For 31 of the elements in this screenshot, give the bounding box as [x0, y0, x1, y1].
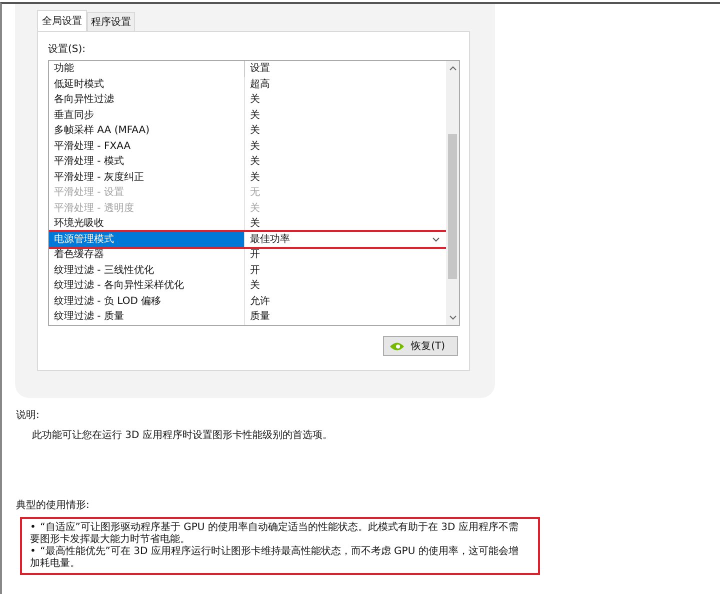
description-text: 此功能可让您在运行 3D 应用程序时设置图形卡性能级别的首选项。 [31, 428, 334, 442]
feature-cell[interactable]: 纹理过滤 - 质量 [49, 309, 244, 324]
dropdown-value: 最佳功率 [250, 232, 290, 246]
feature-cell[interactable]: 环境光吸收 [49, 216, 244, 232]
tab[interactable]: 程序设置 [87, 12, 135, 31]
feature-cell[interactable]: 纹理过滤 - 负 LOD 偏移 [49, 294, 244, 309]
feature-cell[interactable]: 多帧采样 AA (MFAA) [49, 123, 244, 138]
feature-cell[interactable]: 着色缓存器 [49, 247, 244, 262]
logo-icon [390, 342, 404, 350]
feature-cell[interactable]: 电源管理模式 [49, 232, 244, 247]
feature-cell[interactable]: 平滑处理 - 灰度纠正 [49, 170, 244, 185]
feature-cell[interactable]: 纹理过滤 - 各向异性采样优化 [49, 278, 244, 294]
feature-cell[interactable]: 平滑处理 - 模式 [49, 154, 244, 170]
restore-button[interactable]: 恢复(T) [383, 336, 458, 356]
feature-cell[interactable]: 各向异性过滤 [49, 92, 244, 108]
scrollbar-thumb[interactable] [448, 134, 457, 279]
scrollbar[interactable] [446, 61, 459, 325]
column-header: 功能 [53, 62, 75, 76]
usage-item: • “自适应”可让图形驱动程序基于 GPU 的使用率自动确定适当的性能状态。此模式有助于在 3D 应用程序不需要图形卡发挥最大能力时节省电能。 [30, 522, 520, 546]
caret-icon [432, 236, 440, 242]
feature-cell[interactable]: 垂直同步 [49, 108, 244, 123]
settings-label: 设置(S): [48, 42, 87, 56]
scroll-up-icon[interactable] [448, 66, 456, 71]
feature-cell[interactable]: 低延时模式 [49, 76, 244, 92]
feature-cell[interactable]: 纹理过滤 - 三线性优化 [49, 262, 244, 278]
feature-cell[interactable]: 平滑处理 - FXAA [49, 138, 244, 154]
tab[interactable]: 全局设置 [37, 10, 87, 31]
scroll-down-icon[interactable] [448, 315, 456, 320]
description-heading: 说明: [16, 409, 40, 422]
usage-item: • “最高性能优先”可在 3D 应用程序运行时让图形卡维持最高性能状态，而不考虑 GPU 的使用率，这可能会增加耗电量。 [30, 546, 520, 570]
usage-heading: 典型的使用情形: [16, 498, 90, 512]
